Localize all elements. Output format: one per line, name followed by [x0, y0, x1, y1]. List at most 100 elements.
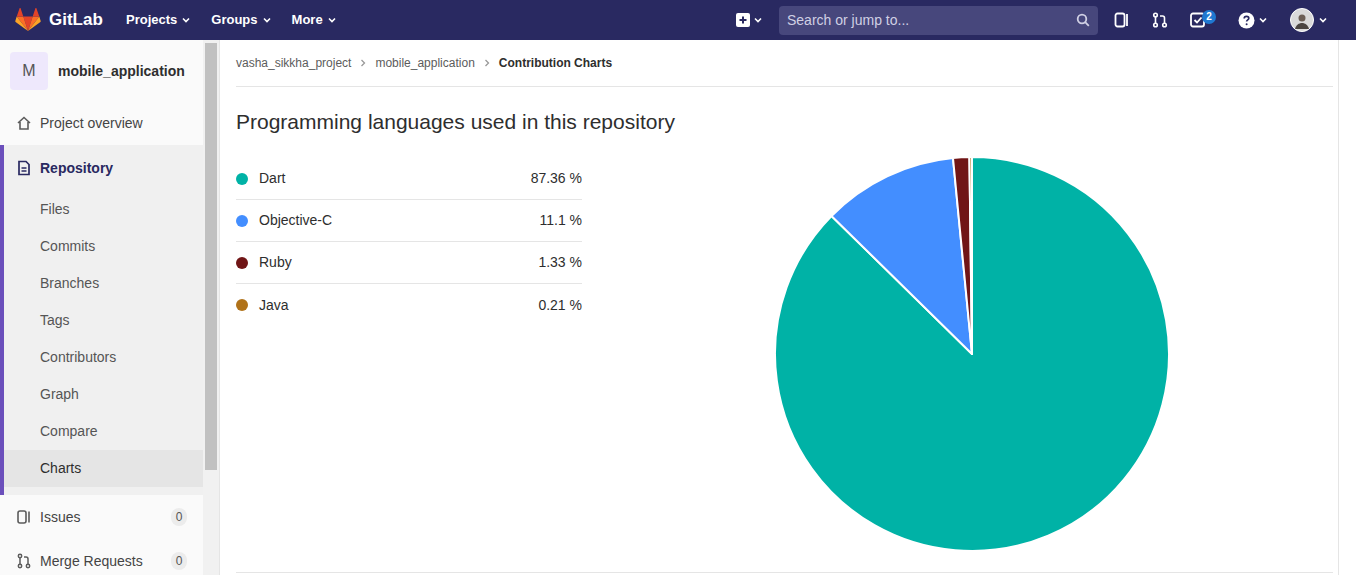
- page-scrollbar[interactable]: [1338, 40, 1356, 575]
- main-content: vasha_sikkha_project mobile_application Co…: [220, 40, 1338, 575]
- legend-dot: [236, 299, 248, 311]
- legend-dot: [236, 173, 248, 185]
- sidebar-subitem-label: Commits: [40, 236, 95, 257]
- sidebar-subitem[interactable]: Branches: [4, 265, 203, 302]
- breadcrumb[interactable]: vasha_sikkha_project: [236, 54, 351, 72]
- top-navbar: GitLab Projects Groups More 2: [0, 0, 1356, 40]
- chevron-right-icon: [483, 59, 491, 67]
- sidebar-item[interactable]: Project overview: [0, 101, 203, 145]
- pie-slice[interactable]: [775, 157, 1169, 551]
- sidebar: Mmobile_application Project overview Repos…: [0, 40, 203, 575]
- merge-request-icon: [16, 553, 32, 569]
- breadcrumb: Contribution Charts: [499, 54, 612, 72]
- help-icon: [1238, 12, 1255, 29]
- language-name: Objective-C: [259, 210, 539, 231]
- nav-menu-label: Groups: [211, 10, 257, 30]
- todos-badge: 2: [1202, 10, 1216, 24]
- gitlab-logo-icon: [15, 8, 41, 32]
- legend-row: Objective-C11.1 %: [236, 200, 582, 242]
- nav-menu[interactable]: Projects: [126, 10, 191, 30]
- chevron-down-icon: [753, 15, 763, 25]
- sidebar-subitem-label: Contributors: [40, 347, 116, 368]
- sidebar-section: Repository Files Commits Branches Tags Contri…: [0, 145, 203, 495]
- issues-icon: [16, 509, 32, 525]
- project-name: mobile_application: [58, 61, 185, 82]
- avatar-icon: [1290, 8, 1314, 32]
- language-percent: 87.36 %: [531, 168, 582, 189]
- language-name: Ruby: [259, 252, 538, 273]
- sidebar-subitem[interactable]: Files: [4, 191, 203, 228]
- brand[interactable]: GitLab: [0, 7, 126, 33]
- count-badge: 0: [171, 508, 187, 526]
- legend-dot: [236, 257, 248, 269]
- sidebar-subitem[interactable]: Contributors: [4, 339, 203, 376]
- chevron-down-icon: [262, 15, 272, 25]
- sidebar-scrollbar[interactable]: [203, 40, 220, 575]
- sidebar-item[interactable]: Merge Requests 0: [0, 539, 203, 575]
- project-header[interactable]: Mmobile_application: [0, 48, 203, 94]
- sidebar-subitem-label: Files: [40, 199, 70, 220]
- chart-title: Programming languages used in this repos…: [236, 108, 1333, 136]
- language-percent: 1.33 %: [538, 252, 582, 273]
- sidebar-item[interactable]: Issues 0: [0, 495, 203, 539]
- sidebar-item-label: Project overview: [40, 113, 187, 134]
- language-percent: 0.21 %: [538, 295, 582, 316]
- chevron-down-icon: [327, 15, 337, 25]
- sidebar-subitem-label: Graph: [40, 384, 79, 405]
- legend-dot: [236, 215, 248, 227]
- nav-menu-label: More: [292, 10, 323, 30]
- sidebar-subitem[interactable]: Tags: [4, 302, 203, 339]
- language-legend: Dart87.36 %Objective-C11.1 %Ruby1.33 %Ja…: [236, 154, 582, 554]
- repository-icon: [16, 160, 32, 176]
- breadcrumb[interactable]: mobile_application: [375, 54, 474, 72]
- user-menu[interactable]: [1290, 8, 1328, 32]
- search-input[interactable]: [787, 10, 1076, 31]
- sidebar-section: Issues 0: [0, 495, 203, 539]
- language-name: Dart: [259, 168, 531, 189]
- nav-menu[interactable]: More: [292, 10, 337, 30]
- language-name: Java: [259, 295, 538, 316]
- sidebar-subitem-label: Charts: [40, 458, 81, 479]
- sidebar-section: Merge Requests 0: [0, 539, 203, 575]
- sidebar-item-label: Repository: [40, 158, 187, 179]
- pie-slice[interactable]: [969, 157, 972, 354]
- language-percent: 11.1 %: [539, 210, 582, 231]
- new-button[interactable]: [736, 13, 763, 27]
- legend-row: Java0.21 %: [236, 284, 582, 326]
- brand-name[interactable]: GitLab: [49, 7, 103, 33]
- sidebar-subitem-label: Branches: [40, 273, 99, 294]
- sidebar-subitem-label: Tags: [40, 310, 70, 331]
- nav-menu-label: Projects: [126, 10, 177, 30]
- plus-icon: [736, 13, 750, 27]
- home-icon: [16, 115, 32, 131]
- language-pie-chart: [772, 154, 1172, 554]
- chevron-down-icon: [181, 15, 191, 25]
- sidebar-sublist: Files Commits Branches Tags Contributors Grap…: [4, 191, 203, 487]
- sidebar-subitem[interactable]: Graph: [4, 376, 203, 413]
- count-badge: 0: [171, 552, 187, 570]
- issues-icon[interactable]: [1114, 12, 1130, 28]
- legend-row: Dart87.36 %: [236, 158, 582, 200]
- sidebar-section: Project overview: [0, 101, 203, 145]
- sidebar-item-label: Merge Requests: [40, 551, 163, 572]
- sidebar-subitem[interactable]: Compare: [4, 413, 203, 450]
- merge-request-icon[interactable]: [1152, 12, 1168, 28]
- chevron-right-icon: [359, 59, 367, 67]
- sidebar-subitem[interactable]: Commits: [4, 228, 203, 265]
- sidebar-subitem-label: Compare: [40, 421, 98, 442]
- search-icon: [1076, 13, 1090, 27]
- pie-slice[interactable]: [953, 157, 972, 354]
- sidebar-subitem[interactable]: Charts: [4, 450, 203, 487]
- project-avatar: M: [10, 52, 48, 90]
- chevron-down-icon: [1258, 15, 1268, 25]
- help-button[interactable]: [1238, 12, 1268, 29]
- legend-row: Ruby1.33 %: [236, 242, 582, 284]
- todos-button[interactable]: 2: [1190, 12, 1216, 28]
- sidebar-item[interactable]: Repository: [4, 145, 203, 191]
- search-box[interactable]: [779, 6, 1098, 35]
- nav-menu[interactable]: Groups: [211, 10, 271, 30]
- chevron-down-icon: [1318, 15, 1328, 25]
- breadcrumbs: vasha_sikkha_project mobile_application Co…: [236, 40, 1333, 87]
- sidebar-item-label: Issues: [40, 507, 163, 528]
- pie-slice[interactable]: [831, 158, 972, 354]
